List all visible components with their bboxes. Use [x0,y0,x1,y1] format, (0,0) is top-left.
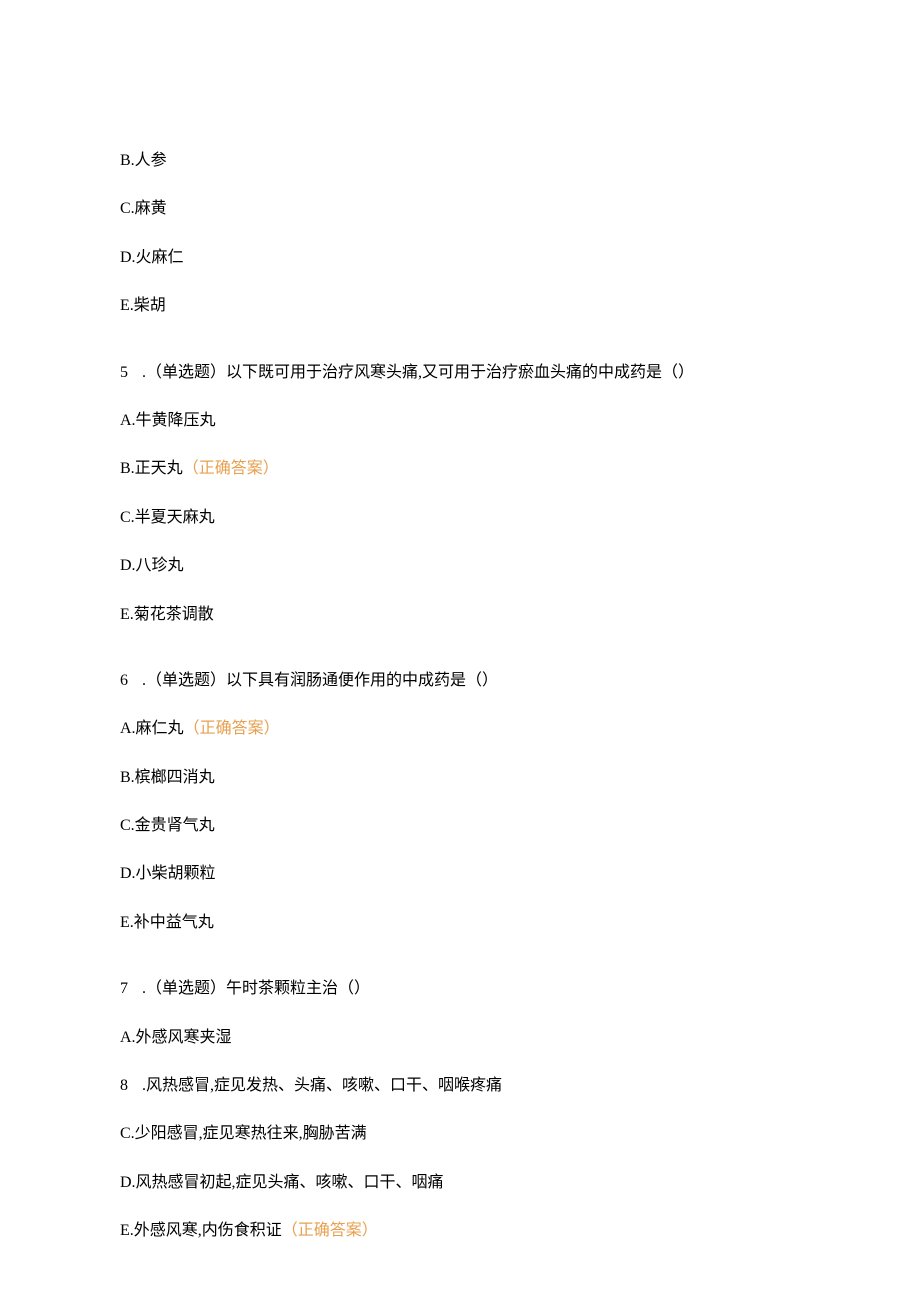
option-line: C.半夏天麻丸 [120,507,800,529]
option-label: C.少阳感冒,症见寒热往来,胸胁苦满 [120,1125,367,1142]
option-label: E.补中益气丸 [120,914,214,931]
option-line: D.火麻仁 [120,247,800,269]
option-line: C.麻黄 [120,198,800,220]
option-line: D.八珍丸 [120,555,800,577]
option-line: B.槟榔四消丸 [120,767,800,789]
option-label: A.麻仁丸 [120,720,184,737]
option-label: D.小柴胡颗粒 [120,865,216,882]
option-line: C.少阳感冒,症见寒热往来,胸胁苦满 [120,1123,800,1145]
option-line: E.外感风寒,内伤食积证（正确答案） [120,1220,800,1242]
question-number: 7 [120,980,128,997]
question-stem: 6 .（单选题）以下具有润肠通便作用的中成药是（） [120,670,800,692]
option-line: A.麻仁丸（正确答案） [120,718,800,740]
option-label: E.外感风寒,内伤食积证 [120,1222,282,1239]
correct-answer-badge: （正确答案） [282,1222,378,1239]
option-label: B.正天丸 [120,460,183,477]
option-label: B.槟榔四消丸 [120,769,215,786]
question-stem: 7 .（单选题）午时茶颗粒主治（） [120,978,800,1000]
option-label: A.牛黄降压丸 [120,412,216,429]
question-type: .（单选题） [142,672,226,689]
question-number: 6 [120,672,128,689]
option-line: D.风热感冒初起,症见头痛、咳嗽、口干、咽痛 [120,1172,800,1194]
option-line: C.金贵肾气丸 [120,815,800,837]
option-label: .风热感冒,症见发热、头痛、咳嗽、口干、咽喉疼痛 [142,1077,502,1094]
question-type: .（单选题） [142,364,226,381]
option-line: 8 .风热感冒,症见发热、头痛、咳嗽、口干、咽喉疼痛 [120,1075,800,1097]
option-label: E.菊花茶调散 [120,606,214,623]
document-body: B.人参C.麻黄D.火麻仁E.柴胡5.（单选题）以下既可用于治疗风寒头痛,又可用… [120,150,800,1243]
option-line: A.牛黄降压丸 [120,410,800,432]
question-text: 午时茶颗粒主治（） [226,980,370,997]
option-label: C.半夏天麻丸 [120,509,215,526]
option-line: B.正天丸（正确答案） [120,458,800,480]
option-line: E.菊花茶调散 [120,604,800,626]
option-line: E.补中益气丸 [120,912,800,934]
question-text: 以下具有润肠通便作用的中成药是（） [226,672,498,689]
option-line: B.人参 [120,150,800,172]
question-text: 以下既可用于治疗风寒头痛,又可用于治疗瘀血头痛的中成药是（） [226,364,694,381]
option-line: E.柴胡 [120,295,800,317]
correct-answer-badge: （正确答案） [183,460,279,477]
question-number: 5 [120,364,128,381]
correct-answer-badge: （正确答案） [184,720,280,737]
option-label: C.金贵肾气丸 [120,817,215,834]
option-label: D.风热感冒初起,症见头痛、咳嗽、口干、咽痛 [120,1174,444,1191]
question-type: .（单选题） [142,980,226,997]
question-stem: 5 .（单选题）以下既可用于治疗风寒头痛,又可用于治疗瘀血头痛的中成药是（） [120,362,800,384]
option-label: D.八珍丸 [120,557,184,574]
option-line: D.小柴胡颗粒 [120,863,800,885]
option-label: A.外感风寒夹湿 [120,1029,232,1046]
option-line: A.外感风寒夹湿 [120,1027,800,1049]
option-override-number: 8 [120,1077,128,1094]
